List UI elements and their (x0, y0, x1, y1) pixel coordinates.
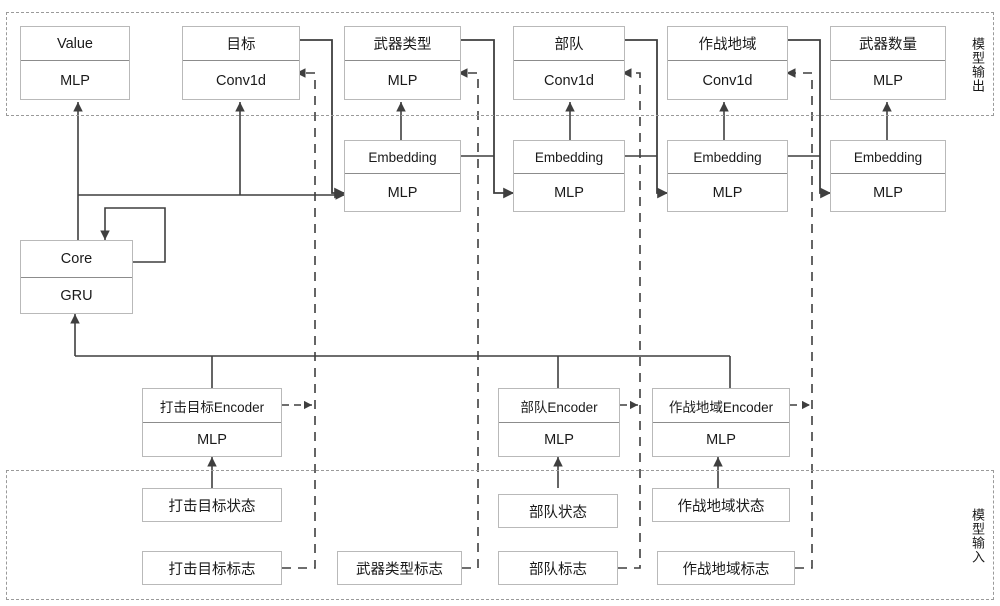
input-state-battle-area[interactable]: 作战地域状态 (652, 488, 790, 522)
input-state-strike-target[interactable]: 打击目标状态 (142, 488, 282, 522)
input-flag-strike-target[interactable]: 打击目标标志 (142, 551, 282, 585)
embedding-block-battle-area[interactable]: Embedding MLP (667, 140, 788, 212)
output-head-weapon-type-layer: MLP (387, 72, 418, 89)
output-head-weapon-type[interactable]: 武器类型 MLP (344, 26, 461, 100)
output-head-weapon-type-title: 武器类型 (345, 27, 460, 61)
model-input-region-label: 模型输入 (970, 508, 985, 564)
input-state-unit[interactable]: 部队状态 (498, 494, 618, 528)
output-head-unit-layer: Conv1d (544, 72, 594, 89)
embedding-block-weapon-type-layer: MLP (387, 185, 418, 201)
output-head-battle-area-title: 作战地域 (668, 27, 787, 61)
input-flag-battle-area[interactable]: 作战地域标志 (657, 551, 795, 585)
output-head-battle-area[interactable]: 作战地域 Conv1d (667, 26, 788, 100)
output-head-unit-title: 部队 (514, 27, 624, 61)
output-head-battle-area-layer: Conv1d (702, 72, 753, 89)
output-head-weapon-count[interactable]: 武器数量 MLP (830, 26, 946, 100)
embedding-block-weapon-count-title: Embedding (831, 141, 945, 174)
output-head-target[interactable]: 目标 Conv1d (182, 26, 300, 100)
input-flag-unit[interactable]: 部队标志 (498, 551, 618, 585)
embedding-block-unit-layer: MLP (554, 185, 584, 201)
embedding-block-battle-area-layer: MLP (712, 185, 743, 201)
model-output-region-label: 模型输出 (970, 37, 985, 93)
encoder-strike-target-title: 打击目标Encoder (143, 389, 281, 423)
architecture-diagram: 模型输出 模型输入 Value MLP 目标 Conv1d 武器类型 MLP 部… (0, 0, 1000, 606)
core-block-layer: GRU (60, 287, 93, 304)
encoder-unit-layer: MLP (544, 432, 574, 448)
core-block-title: Core (21, 241, 132, 278)
encoder-battle-area-layer: MLP (706, 432, 736, 448)
encoder-battle-area-title: 作战地域Encoder (653, 389, 789, 423)
encoder-battle-area[interactable]: 作战地域Encoder MLP (652, 388, 790, 457)
input-flag-weapon-type[interactable]: 武器类型标志 (337, 551, 462, 585)
output-head-target-title: 目标 (183, 27, 299, 61)
core-block[interactable]: Core GRU (20, 240, 133, 314)
embedding-block-battle-area-title: Embedding (668, 141, 787, 174)
output-head-target-layer: Conv1d (216, 72, 266, 89)
output-head-unit[interactable]: 部队 Conv1d (513, 26, 625, 100)
output-head-weapon-count-layer: MLP (873, 72, 903, 89)
embedding-block-unit[interactable]: Embedding MLP (513, 140, 625, 212)
output-head-value[interactable]: Value MLP (20, 26, 130, 100)
embedding-block-weapon-type-title: Embedding (345, 141, 460, 174)
embedding-block-weapon-type[interactable]: Embedding MLP (344, 140, 461, 212)
encoder-unit[interactable]: 部队Encoder MLP (498, 388, 620, 457)
embedding-block-unit-title: Embedding (514, 141, 624, 174)
encoder-strike-target-layer: MLP (197, 432, 227, 448)
embedding-block-weapon-count[interactable]: Embedding MLP (830, 140, 946, 212)
output-head-weapon-count-title: 武器数量 (831, 27, 945, 61)
output-head-value-title: Value (21, 27, 129, 61)
output-head-value-layer: MLP (60, 72, 90, 89)
embedding-block-weapon-count-layer: MLP (873, 185, 903, 201)
encoder-strike-target[interactable]: 打击目标Encoder MLP (142, 388, 282, 457)
encoder-unit-title: 部队Encoder (499, 389, 619, 423)
